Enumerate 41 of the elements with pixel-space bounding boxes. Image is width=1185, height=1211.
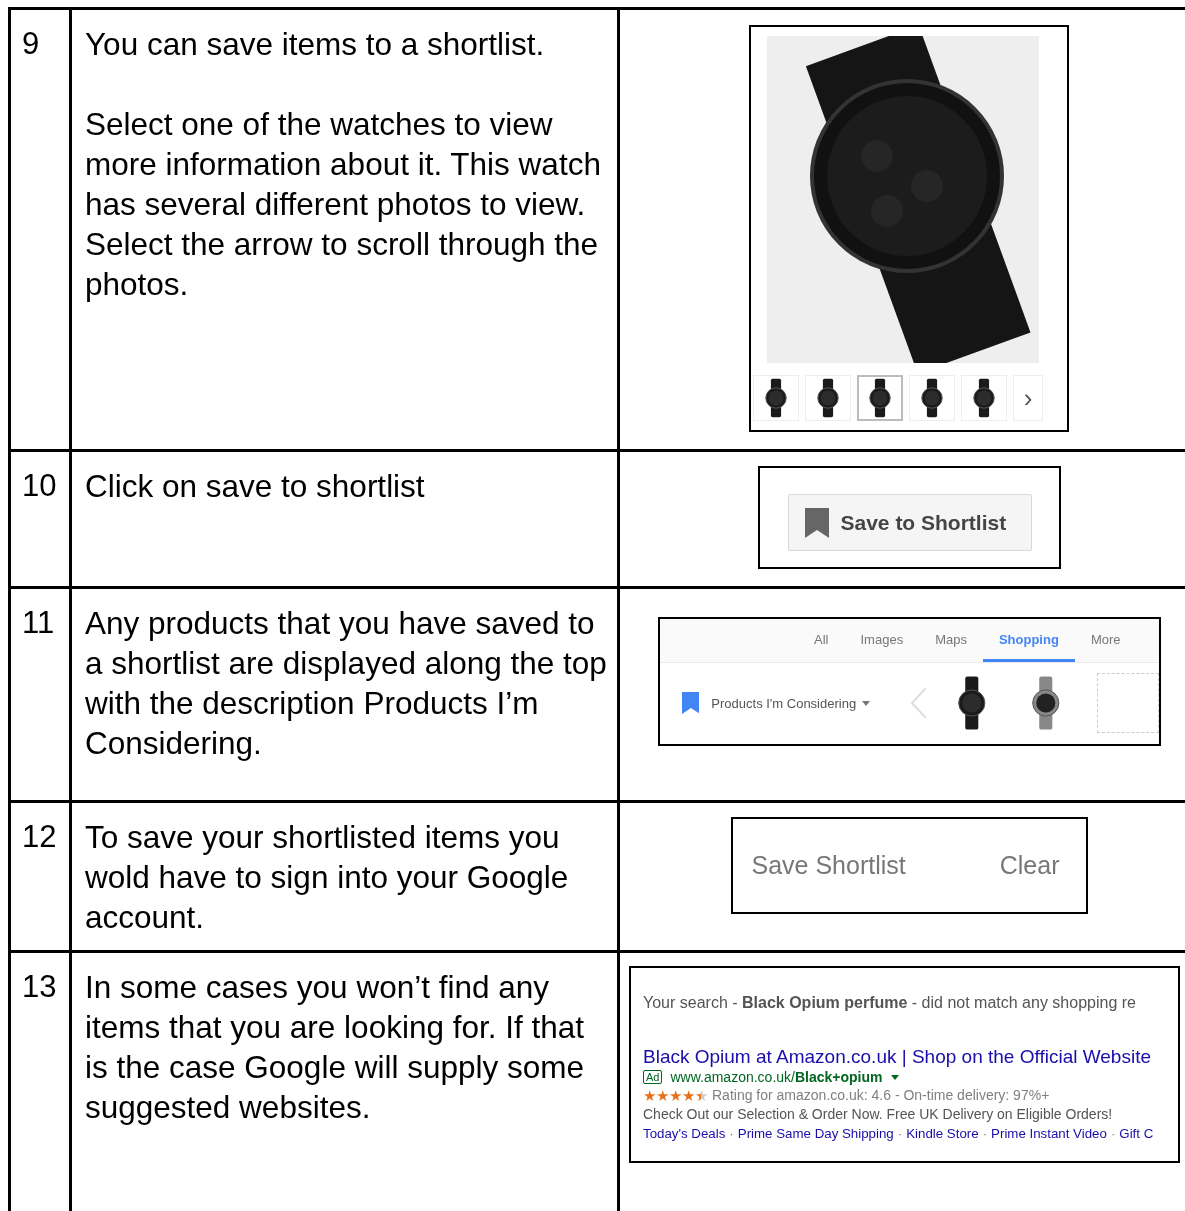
sitelink[interactable]: Today's Deals (643, 1124, 726, 1143)
separator-dot: · (1110, 1125, 1116, 1143)
instruction-text: In some cases you won’t find any items that you are looking for. If that is the case Google will supply some suggested websites. (85, 968, 586, 1127)
ad-description: Check Out our Selection & Order Now. Free UK Delivery on Eligible Orders! (643, 1105, 1114, 1124)
step-number: 10 (22, 468, 57, 503)
separator-dot: · (897, 1125, 903, 1143)
search-tab[interactable]: More (1074, 619, 1137, 662)
search-tab[interactable]: All (798, 619, 845, 662)
sitelink[interactable]: Kindle Store (906, 1124, 979, 1143)
search-tab[interactable]: Maps (919, 619, 983, 662)
seller-rating: Rating for amazon.co.uk: 4.6 - On-time delivery: 97%+ (712, 1086, 1050, 1105)
instruction-text: To save your shortlisted items you wold have to sign into your Google account. (85, 818, 570, 937)
step-number: 9 (22, 26, 40, 61)
save-shortlist-button[interactable]: Save Shortlist (751, 851, 906, 880)
caret-icon (862, 700, 871, 706)
search-tab[interactable]: Images (844, 619, 920, 662)
products-considering-dropdown[interactable]: Products I'm Considering (711, 695, 871, 711)
empty-slot (1097, 673, 1159, 733)
sitelink[interactable]: Prime Same Day Shipping (737, 1124, 894, 1143)
instruction-text: You can save items to a shortlist. (85, 25, 546, 64)
separator-dot: · (729, 1125, 734, 1143)
instruction-text: Any products that you have saved to a shortlist are displayed along the top with the description Products I’m Considering. (85, 604, 608, 763)
bookmark-icon (804, 507, 829, 538)
step-number: 11 (22, 605, 55, 640)
step-number: 12 (22, 819, 57, 854)
watch-thumbnail[interactable] (857, 375, 903, 421)
step-number: 13 (22, 969, 57, 1004)
bookmark-icon (681, 692, 700, 714)
separator-dot: · (982, 1125, 988, 1143)
ad-url[interactable]: www.amazon.co.uk/Black+opium (670, 1068, 883, 1086)
ad-title-link[interactable]: Black Opium at Amazon.co.uk | Shop on the Official Website (643, 1046, 1178, 1068)
sitelink[interactable]: Prime Instant Video (991, 1124, 1107, 1143)
ad-label: Ad (643, 1070, 663, 1084)
save-to-shortlist-button[interactable]: Save to Shortlist (787, 494, 1032, 551)
dropdown-caret-icon[interactable] (890, 1074, 899, 1080)
clear-button[interactable]: Clear (999, 851, 1060, 880)
no-results-message: Your search - Black Opium perfume - did not match any shopping re (643, 994, 1137, 1012)
sitelink[interactable]: Gift C (1119, 1124, 1154, 1143)
instruction-text: Click on save to shortlist (85, 467, 426, 506)
next-arrow-button[interactable]: › (1013, 375, 1043, 421)
instruction-text: Select one of the watches to view more information about it. This watch has several different photos to view. Select the arrow to scroll through the photos. (85, 105, 602, 304)
